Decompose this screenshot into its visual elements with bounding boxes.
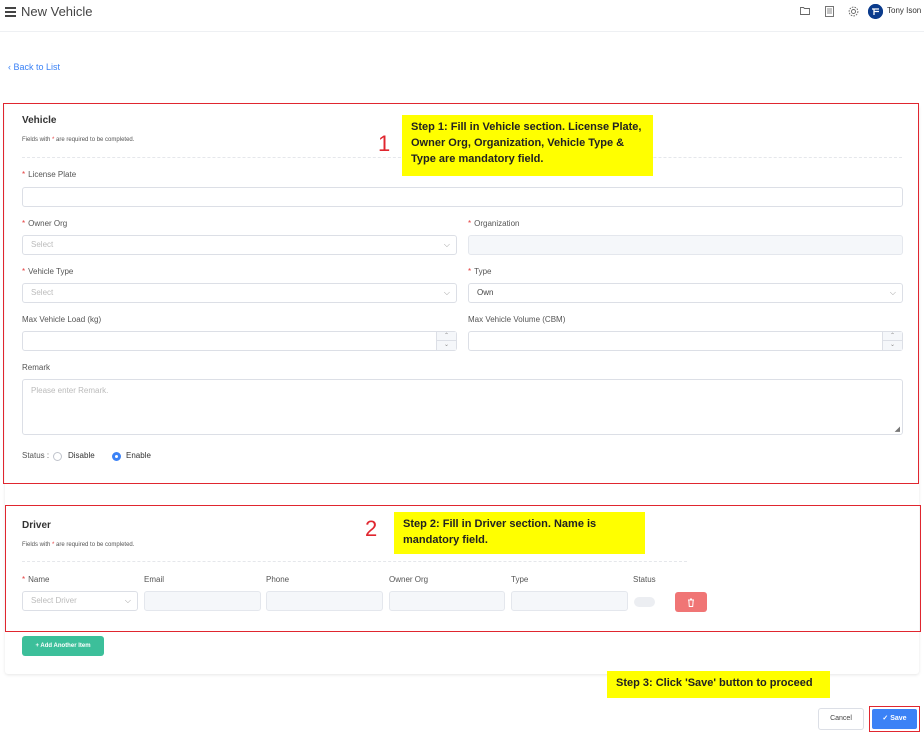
save-button[interactable]: ✓ Save: [872, 709, 917, 729]
driver-status-header: Status: [633, 575, 656, 584]
step3-callout: Step 3: Click 'Save' button to proceed: [607, 671, 830, 698]
license-plate-label: * License Plate: [22, 170, 77, 179]
chevron-down-icon: ⌵: [124, 596, 131, 605]
remark-label: Remark: [22, 363, 51, 372]
step1-callout: Step 1: Fill in Vehicle section. License…: [402, 115, 653, 176]
max-load-stepper[interactable]: ⌃ ⌄: [436, 332, 456, 350]
type-select[interactable]: Own ⌵: [468, 283, 903, 303]
save-button-label: Save: [890, 715, 907, 722]
driver-email-header: Email: [144, 575, 165, 584]
driver-divider: [22, 561, 687, 562]
page-title: New Vehicle: [21, 4, 93, 19]
vehicle-type-label: * Vehicle Type: [22, 267, 74, 276]
max-volume-stepper[interactable]: ⌃ ⌄: [882, 332, 902, 350]
driver-section-title: Driver: [22, 520, 51, 531]
driver-name-select[interactable]: Select Driver ⌵: [22, 591, 138, 611]
remark-textarea[interactable]: Please enter Remark. ◢: [22, 379, 903, 435]
max-volume-input[interactable]: ⌃ ⌄: [468, 331, 903, 351]
status-disable-label[interactable]: Disable: [68, 451, 95, 460]
chevron-left-icon: ‹: [8, 62, 11, 72]
driver-name-header: * Name: [22, 575, 50, 584]
chevron-down-icon: ⌵: [443, 288, 450, 297]
gear-icon[interactable]: [847, 6, 859, 18]
driver-type-header: Type: [511, 575, 529, 584]
status-label: Status :: [22, 451, 50, 460]
step2-callout: Step 2: Fill in Driver section. Name is …: [394, 512, 645, 554]
vehicle-type-select[interactable]: Select ⌵: [22, 283, 457, 303]
driver-status-toggle[interactable]: [634, 597, 655, 607]
max-volume-label: Max Vehicle Volume (CBM): [468, 315, 566, 324]
driver-type-input: [511, 591, 628, 611]
driver-phone-input: [266, 591, 383, 611]
back-to-list-link[interactable]: ‹ Back to List: [8, 62, 60, 72]
status-disable-radio[interactable]: [53, 452, 62, 461]
organization-label: * Organization: [468, 219, 520, 228]
chevron-down-icon: ⌵: [889, 288, 896, 297]
menu-icon[interactable]: [5, 7, 16, 17]
cancel-button[interactable]: Cancel: [818, 708, 864, 730]
chevron-down-icon: ⌵: [443, 240, 450, 249]
top-bar: New Vehicle Tony Ison: [0, 0, 924, 32]
status-enable-radio[interactable]: [112, 452, 121, 461]
max-load-label: Max Vehicle Load (kg): [22, 315, 102, 324]
step1-number: 1: [378, 131, 391, 156]
resize-handle-icon[interactable]: ◢: [895, 425, 900, 433]
driver-required-note: Fields with * are required to be complet…: [22, 542, 135, 548]
type-label: * Type: [468, 267, 492, 276]
organization-input: [468, 235, 903, 255]
document-icon[interactable]: [823, 6, 835, 18]
folder-icon[interactable]: [799, 6, 811, 18]
back-link-label: Back to List: [13, 62, 61, 72]
vehicle-required-note: Fields with * are required to be complet…: [22, 137, 135, 143]
driver-owner-org-header: Owner Org: [389, 575, 429, 584]
max-load-input[interactable]: ⌃ ⌄: [22, 331, 457, 351]
driver-email-input: [144, 591, 261, 611]
owner-org-label: * Owner Org: [22, 219, 68, 228]
add-another-item-button[interactable]: + Add Another Item: [22, 636, 104, 656]
step2-number: 2: [365, 516, 378, 541]
license-plate-input[interactable]: [22, 187, 903, 207]
trash-icon: [688, 598, 694, 608]
delete-driver-button[interactable]: [675, 592, 707, 612]
user-name[interactable]: Tony Ison: [887, 6, 921, 15]
vehicle-section-title: Vehicle: [22, 115, 57, 126]
driver-phone-header: Phone: [266, 575, 290, 584]
driver-owner-org-input: [389, 591, 505, 611]
avatar[interactable]: [868, 4, 883, 19]
status-enable-label[interactable]: Enable: [126, 451, 151, 460]
owner-org-select[interactable]: Select ⌵: [22, 235, 457, 255]
